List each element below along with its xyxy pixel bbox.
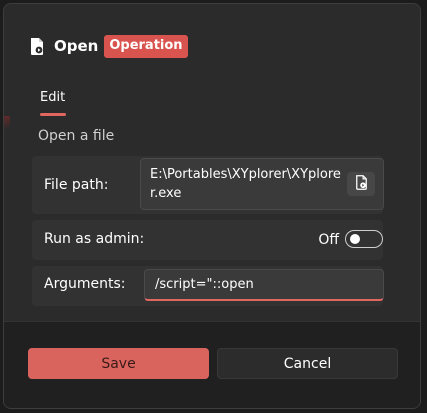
file-path-field[interactable]: E:\Portables\XYplorer\XYplorer.exe (140, 158, 384, 210)
run-as-admin-toggle[interactable] (345, 230, 383, 248)
tab-bar: Edit (40, 86, 66, 116)
browse-file-button[interactable] (347, 172, 375, 196)
tab-active-indicator (40, 113, 66, 116)
toggle-state-label: Off (318, 232, 339, 248)
arguments-row: Arguments: (32, 266, 384, 306)
tab-edit[interactable]: Edit (40, 90, 66, 116)
file-open-icon (28, 36, 46, 56)
edge-decoration (4, 116, 10, 132)
file-path-value: E:\Portables\XYplorer\XYplorer.exe (150, 167, 341, 201)
cancel-button[interactable]: Cancel (217, 348, 398, 379)
toggle-knob (350, 234, 360, 244)
save-button[interactable]: Save (28, 348, 209, 379)
arguments-input[interactable] (144, 269, 384, 301)
section-title: Open a file (38, 128, 115, 144)
dialog-title: Open (54, 37, 99, 55)
arguments-label: Arguments: (44, 276, 126, 292)
run-as-admin-row: Run as admin: Off (32, 220, 383, 260)
file-path-row: File path: E:\Portables\XYplorer\XYplore… (32, 156, 384, 214)
tab-edit-label: Edit (40, 90, 66, 105)
operation-dialog: Open Operation Edit Open a file File pat… (3, 3, 421, 409)
run-as-admin-label: Run as admin: (44, 231, 145, 247)
operation-badge: Operation (104, 34, 188, 58)
file-path-label: File path: (44, 177, 109, 193)
dialog-footer: Save Cancel (4, 321, 420, 408)
file-open-icon (355, 174, 368, 194)
dialog-header: Open Operation (28, 32, 188, 60)
